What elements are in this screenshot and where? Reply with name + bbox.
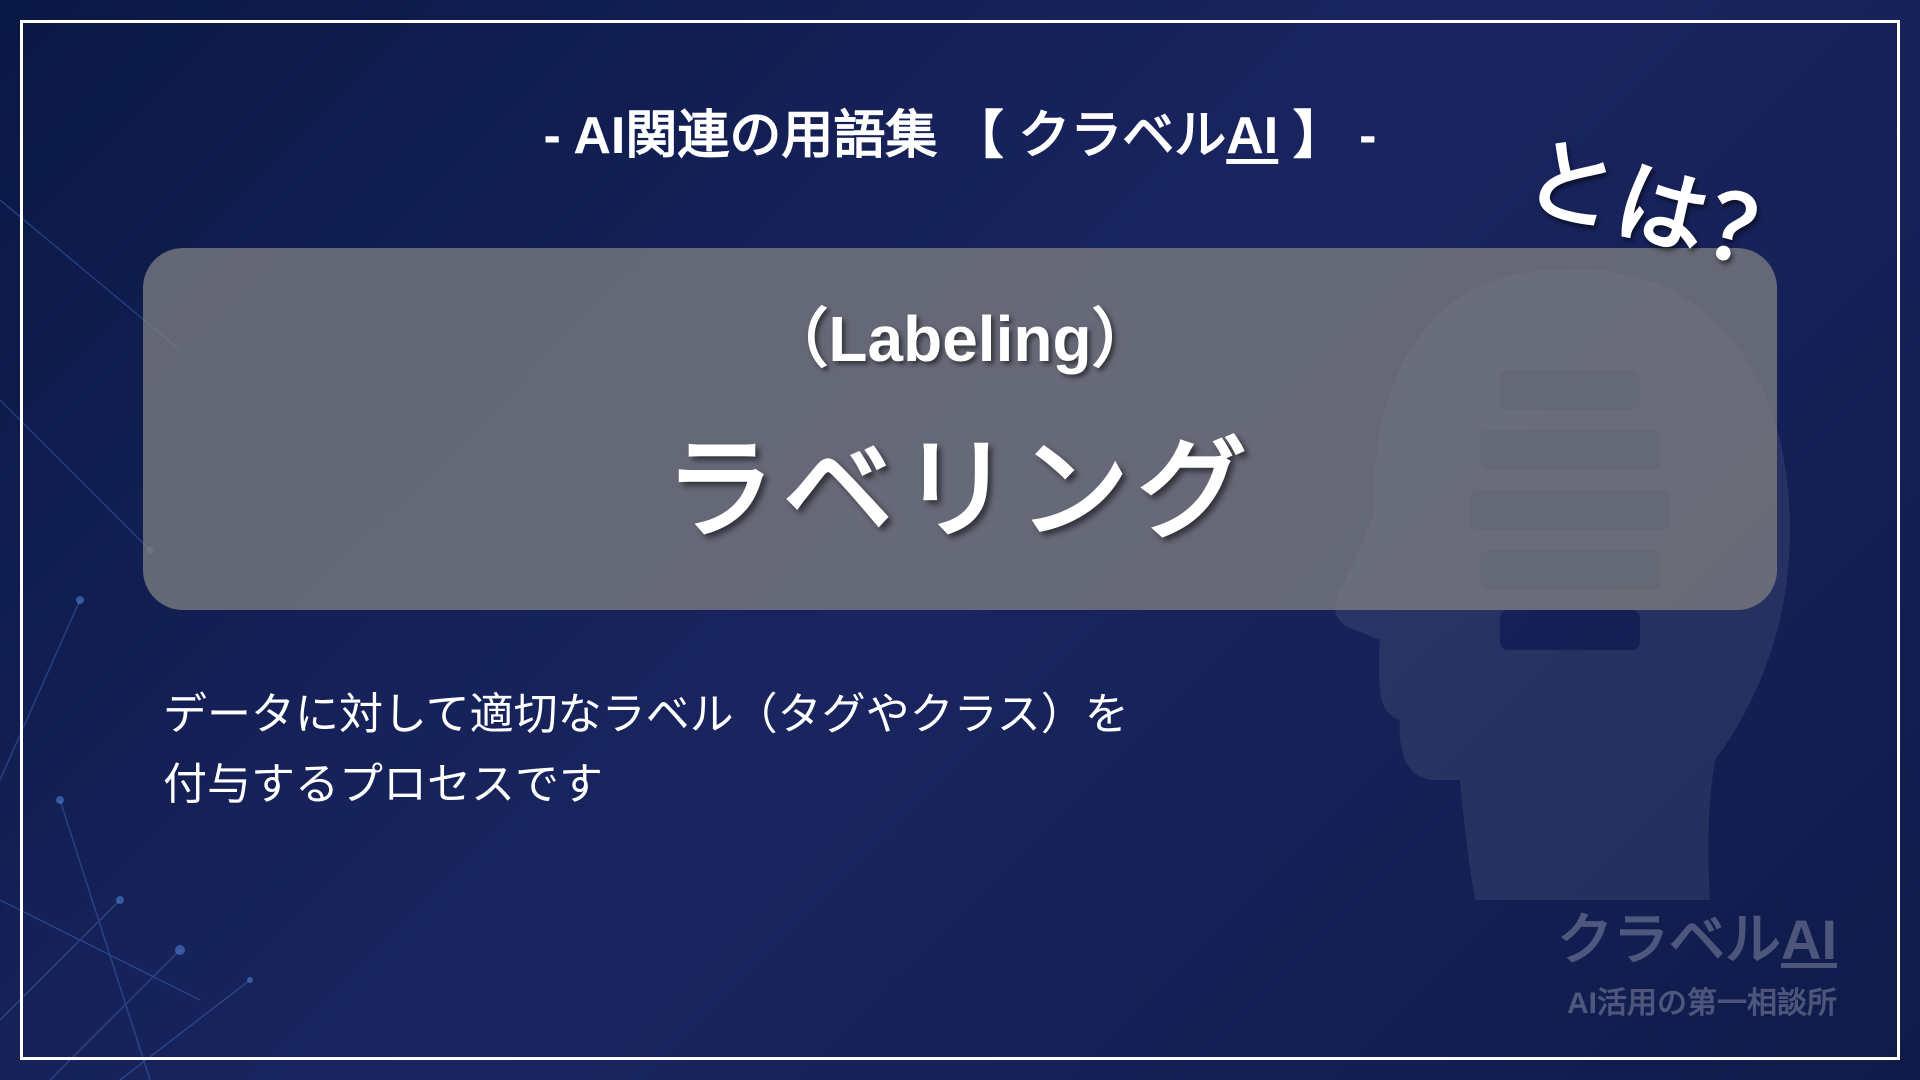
footer-brand-ai: AI <box>1781 908 1837 971</box>
term-description: データに対して適切なラベル（タグやクラス）を 付与するプロセスです <box>163 680 1817 821</box>
header-ai: AI <box>1226 107 1278 165</box>
header-suffix: 】 - <box>1278 107 1376 165</box>
term-english-label: （Labeling） <box>203 288 1717 380</box>
content-frame: - AI関連の用語集 【 クラベルAI 】 - とは？ （Labeling） ラ… <box>20 20 1900 1060</box>
footer-brand: クラベルAI AI活用の第一相談所 <box>1557 895 1837 1022</box>
header-prefix: - AI関連の用語集 【 クラベル <box>544 107 1227 165</box>
term-definition-box: とは？ （Labeling） ラベリング <box>143 248 1777 610</box>
description-line-2: 付与するプロセスです <box>163 750 1817 820</box>
footer-brand-name: クラベルAI <box>1557 895 1837 976</box>
footer-brand-prefix: クラベル <box>1557 908 1781 971</box>
footer-tagline: AI活用の第一相談所 <box>1557 978 1837 1022</box>
term-japanese-label: ラベリング <box>203 400 1717 560</box>
description-line-1: データに対して適切なラベル（タグやクラス）を <box>163 680 1817 750</box>
